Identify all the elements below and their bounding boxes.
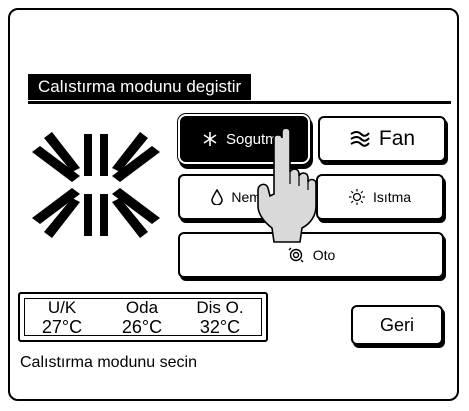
room-temperature-value: 26°C <box>121 317 163 337</box>
mode-heat-button[interactable]: Isıtma <box>316 174 444 220</box>
snowflake-icon <box>202 131 218 147</box>
mode-fan-button[interactable]: Fan <box>318 116 446 162</box>
outside-temperature-label: Dis O. <box>196 298 244 317</box>
mode-fan-label: Fan <box>378 127 416 150</box>
outside-temperature: Dis O. 32°C <box>185 298 255 338</box>
outside-temperature-value: 32°C <box>199 317 241 337</box>
temperature-status-inner: U/K 27°C Oda 26°C Dis O. 32°C <box>24 298 262 338</box>
back-button[interactable]: Geri <box>351 305 443 345</box>
set-temperature-value: 27°C <box>41 317 83 337</box>
back-button-label: Geri <box>379 314 414 335</box>
mode-auto-button[interactable]: Oto <box>178 232 444 278</box>
page-title: Calıstırma modunu degistir <box>28 74 252 100</box>
room-temperature-label: Oda <box>125 298 159 317</box>
mode-cool-label: Sogutma <box>225 130 287 148</box>
water-drop-icon <box>211 189 224 205</box>
set-temperature: U/K 27°C <box>27 298 97 338</box>
set-temperature-label: U/K <box>47 298 77 317</box>
room-temperature: Oda 26°C <box>107 298 177 338</box>
mode-auto-label: Oto <box>312 247 336 263</box>
auto-cycle-icon <box>287 247 305 263</box>
mode-dry-button[interactable]: Nem a <box>178 174 306 220</box>
mode-heat-label: Isıtma <box>372 189 412 205</box>
temperature-status-panel: U/K 27°C Oda 26°C Dis O. 32°C <box>18 292 268 342</box>
sun-icon <box>348 189 365 205</box>
fan-icon <box>349 130 371 148</box>
header-divider <box>28 101 451 104</box>
mode-dry-label: Nem a <box>231 189 273 205</box>
mode-cool-button[interactable]: Sogutma <box>180 116 308 162</box>
instruction-text: Calıstırma modunu secin <box>20 354 197 371</box>
large-snowflake-icon <box>32 132 160 238</box>
